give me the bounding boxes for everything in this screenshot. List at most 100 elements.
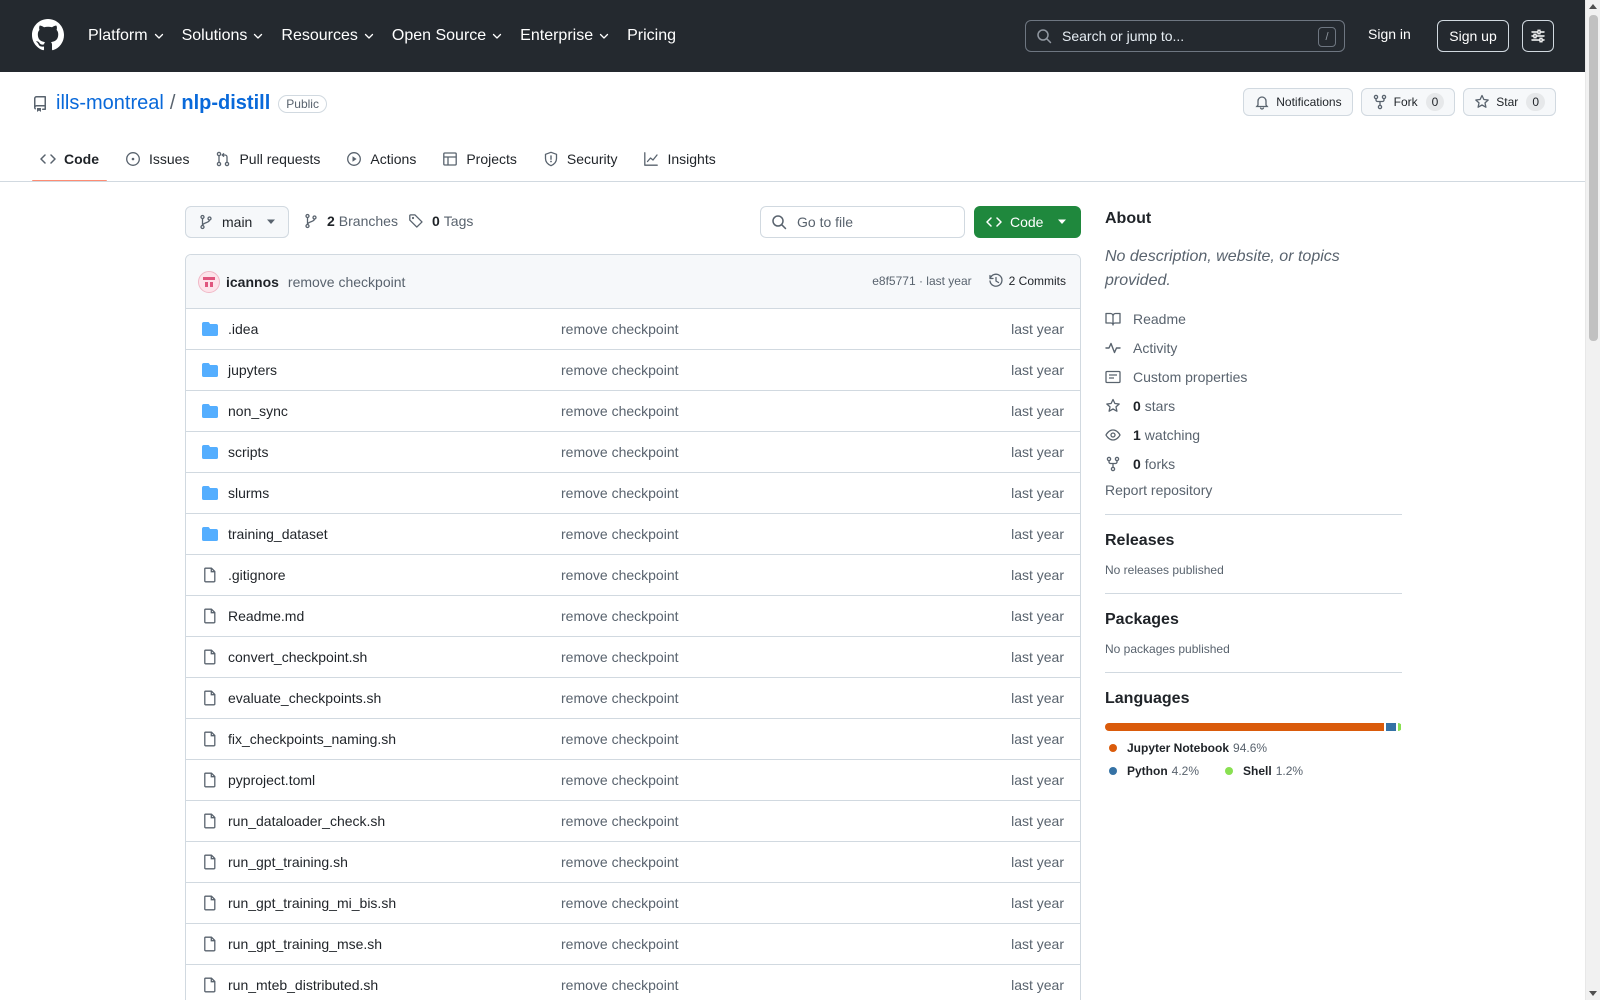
file-commit-message[interactable]: remove checkpoint [561, 690, 679, 706]
file-name-link[interactable]: run_gpt_training_mi_bis.sh [228, 895, 396, 911]
file-commit-message[interactable]: remove checkpoint [561, 403, 679, 419]
file-name-link[interactable]: slurms [228, 485, 269, 501]
file-commit-message[interactable]: remove checkpoint [561, 854, 679, 870]
repo-name-link[interactable]: nlp-distill [181, 92, 270, 115]
tab-security[interactable]: Security [535, 140, 626, 178]
commits-history-link[interactable]: 2 Commits [988, 273, 1066, 289]
table-row[interactable]: run_mteb_distributed.sh remove checkpoint… [186, 965, 1080, 1000]
tab-issues[interactable]: Issues [117, 140, 197, 178]
table-row[interactable]: slurms remove checkpoint last year [186, 473, 1080, 514]
file-commit-message[interactable]: remove checkpoint [561, 977, 679, 993]
about-item-watching[interactable]: 1 watching [1105, 420, 1402, 449]
about-item-stars[interactable]: 0 stars [1105, 391, 1402, 420]
tab-projects[interactable]: Projects [434, 140, 525, 178]
file-name-link[interactable]: jupyters [228, 362, 277, 378]
file-name-link[interactable]: non_sync [228, 403, 288, 419]
table-row[interactable]: jupyters remove checkpoint last year [186, 350, 1080, 391]
file-name-link[interactable]: scripts [228, 444, 268, 460]
commit-author[interactable]: icannos [226, 274, 279, 290]
releases-heading[interactable]: Releases [1105, 532, 1402, 550]
file-name-link[interactable]: fix_checkpoints_naming.sh [228, 731, 396, 747]
file-name-link[interactable]: training_dataset [228, 526, 328, 542]
scroll-down-arrow-icon[interactable] [1589, 991, 1597, 996]
file-commit-message[interactable]: remove checkpoint [561, 772, 679, 788]
code-dropdown-button[interactable]: Code [974, 206, 1081, 238]
nav-item-enterprise[interactable]: Enterprise [520, 27, 610, 45]
branch-select-button[interactable]: main [185, 206, 290, 238]
fork-button[interactable]: Fork 0 [1360, 88, 1456, 116]
file-commit-message[interactable]: remove checkpoint [561, 936, 679, 952]
file-name-link[interactable]: .idea [228, 321, 258, 337]
global-search-input[interactable]: Search or jump to... / [1025, 20, 1345, 52]
tab-pull-requests[interactable]: Pull requests [207, 140, 328, 178]
tab-actions[interactable]: Actions [338, 140, 424, 178]
file-commit-message[interactable]: remove checkpoint [561, 526, 679, 542]
tab-insights[interactable]: Insights [635, 140, 723, 178]
language-item[interactable]: Python 4.2% [1109, 764, 1199, 778]
language-item[interactable]: Jupyter Notebook 94.6% [1109, 741, 1267, 755]
file-name-link[interactable]: run_gpt_training.sh [228, 854, 348, 870]
file-name-link[interactable]: convert_checkpoint.sh [228, 649, 367, 665]
page-scrollbar[interactable] [1585, 0, 1600, 1000]
scroll-up-arrow-icon[interactable] [1589, 4, 1597, 9]
file-name-link[interactable]: Readme.md [228, 608, 304, 624]
about-item-readme[interactable]: Readme [1105, 304, 1402, 333]
sign-up-button[interactable]: Sign up [1437, 20, 1509, 52]
table-row[interactable]: Readme.md remove checkpoint last year [186, 596, 1080, 637]
nav-item-resources[interactable]: Resources [281, 27, 374, 45]
file-commit-message[interactable]: remove checkpoint [561, 362, 679, 378]
file-name-link[interactable]: run_dataloader_check.sh [228, 813, 385, 829]
table-row[interactable]: .idea remove checkpoint last year [186, 309, 1080, 350]
nav-item-open-source[interactable]: Open Source [392, 27, 503, 45]
packages-heading[interactable]: Packages [1105, 611, 1402, 629]
nav-item-solutions[interactable]: Solutions [182, 27, 265, 45]
file-commit-message[interactable]: remove checkpoint [561, 731, 679, 747]
table-row[interactable]: evaluate_checkpoints.sh remove checkpoint… [186, 678, 1080, 719]
table-row[interactable]: pyproject.toml remove checkpoint last year [186, 760, 1080, 801]
go-to-file-input[interactable]: Go to file [760, 206, 965, 238]
file-commit-message[interactable]: remove checkpoint [561, 567, 679, 583]
file-commit-message[interactable]: remove checkpoint [561, 608, 679, 624]
tags-link[interactable]: 0 Tags [408, 213, 473, 229]
nav-item-platform[interactable]: Platform [88, 27, 165, 45]
about-item-activity[interactable]: Activity [1105, 333, 1402, 362]
file-commit-message[interactable]: remove checkpoint [561, 813, 679, 829]
file-commit-message[interactable]: remove checkpoint [561, 444, 679, 460]
tab-code[interactable]: Code [32, 140, 107, 182]
table-row[interactable]: fix_checkpoints_naming.sh remove checkpoi… [186, 719, 1080, 760]
commit-message[interactable]: remove checkpoint [288, 274, 406, 290]
file-name-link[interactable]: evaluate_checkpoints.sh [228, 690, 381, 706]
file-commit-message[interactable]: remove checkpoint [561, 649, 679, 665]
about-item-forks[interactable]: 0 forks [1105, 449, 1402, 478]
star-button[interactable]: Star 0 [1463, 88, 1556, 116]
table-row[interactable]: run_gpt_training_mi_bis.sh remove checkpo… [186, 883, 1080, 924]
scrollbar-thumb[interactable] [1589, 15, 1598, 341]
file-name-link[interactable]: .gitignore [228, 567, 286, 583]
file-commit-message[interactable]: remove checkpoint [561, 895, 679, 911]
report-repository-link[interactable]: Report repository [1105, 482, 1402, 498]
table-row[interactable]: convert_checkpoint.sh remove checkpoint la… [186, 637, 1080, 678]
sliders-icon[interactable] [1522, 20, 1554, 52]
notifications-button[interactable]: Notifications [1243, 88, 1353, 116]
file-commit-message[interactable]: remove checkpoint [561, 485, 679, 501]
file-name-link[interactable]: run_gpt_training_mse.sh [228, 936, 382, 952]
table-row[interactable]: training_dataset remove checkpoint last ye… [186, 514, 1080, 555]
nav-item-pricing[interactable]: Pricing [627, 27, 676, 45]
file-name-link[interactable]: pyproject.toml [228, 772, 315, 788]
sign-in-link[interactable]: Sign in [1368, 26, 1411, 42]
avatar[interactable] [198, 270, 220, 293]
about-item-custom-properties[interactable]: Custom properties [1105, 362, 1402, 391]
file-commit-message[interactable]: remove checkpoint [561, 321, 679, 337]
table-row[interactable]: .gitignore remove checkpoint last year [186, 555, 1080, 596]
file-name-link[interactable]: run_mteb_distributed.sh [228, 977, 378, 993]
branches-link[interactable]: 2 Branches [303, 213, 398, 229]
table-row[interactable]: run_gpt_training_mse.sh remove checkpoint… [186, 924, 1080, 965]
table-row[interactable]: run_gpt_training.sh remove checkpoint last… [186, 842, 1080, 883]
language-item[interactable]: Shell 1.2% [1225, 764, 1303, 778]
table-row[interactable]: run_dataloader_check.sh remove checkpoint… [186, 801, 1080, 842]
table-row[interactable]: non_sync remove checkpoint last year [186, 391, 1080, 432]
repo-owner-link[interactable]: ills-montreal [56, 92, 164, 115]
table-row[interactable]: scripts remove checkpoint last year [186, 432, 1080, 473]
github-mark-icon[interactable] [32, 19, 64, 51]
commit-hash[interactable]: e8f5771 [872, 274, 915, 288]
